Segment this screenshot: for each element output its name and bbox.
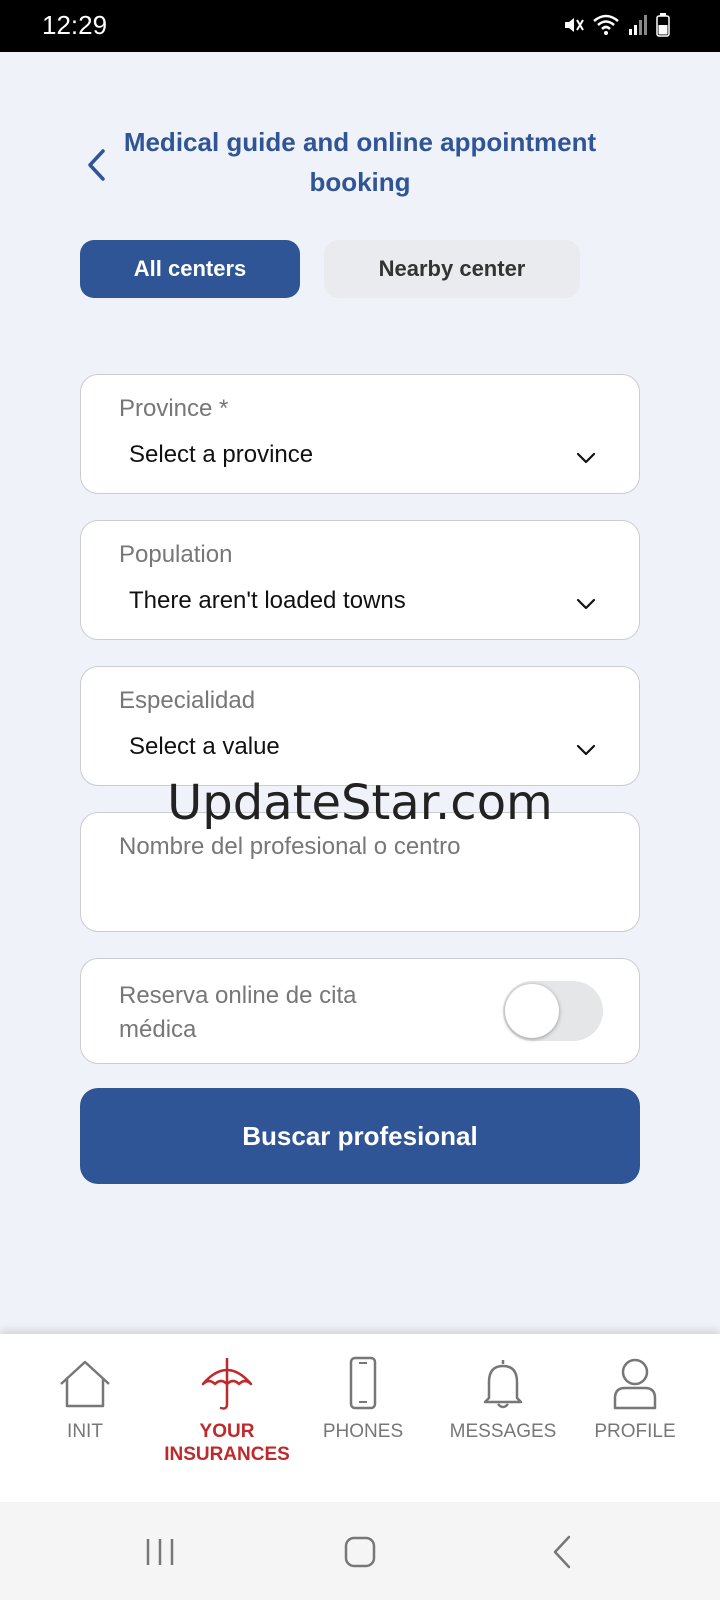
bottom-nav: INIT YOUR INSURANCES PHONES MESSAGES PROF…	[0, 1334, 720, 1502]
wifi-icon	[593, 14, 619, 35]
home-square-icon	[344, 1536, 376, 1568]
population-select[interactable]: Population There aren't loaded towns	[80, 520, 640, 640]
system-nav-bar	[0, 1502, 720, 1600]
nav-item-phones[interactable]: PHONES	[293, 1356, 433, 1443]
online-booking-row: Reserva online de cita médica	[80, 958, 640, 1064]
professional-name-placeholder: Nombre del profesional o centro	[119, 833, 461, 860]
tab-nearby-center[interactable]: Nearby center	[324, 240, 580, 298]
chevron-down-icon	[576, 744, 596, 756]
population-label: Population	[119, 541, 233, 568]
recents-button[interactable]	[130, 1530, 190, 1574]
nav-label-messages: MESSAGES	[449, 1421, 557, 1442]
nav-label-init: INIT	[67, 1421, 103, 1442]
specialty-label: Especialidad	[119, 687, 256, 714]
province-select[interactable]: Province * Select a province	[80, 374, 640, 494]
mute-icon	[565, 18, 584, 32]
specialty-select[interactable]: Especialidad Select a value	[80, 666, 640, 786]
page-header: Medical guide and online appointment boo…	[0, 110, 720, 210]
tab-all-centers[interactable]: All centers	[80, 240, 300, 298]
status-bar: 12:29	[0, 0, 720, 52]
nav-label-profile: PROFILE	[594, 1421, 676, 1442]
battery-icon	[656, 13, 670, 37]
phone-icon	[349, 1356, 377, 1410]
signal-icon	[629, 15, 647, 35]
page-title: Medical guide and online appointment boo…	[123, 127, 597, 197]
nav-item-messages[interactable]: MESSAGES	[433, 1356, 573, 1443]
nav-item-profile[interactable]: PROFILE	[565, 1356, 705, 1443]
status-time: 12:29	[42, 10, 108, 40]
nav-item-your-insurances[interactable]: YOUR INSURANCES	[157, 1356, 297, 1466]
back-arrow-icon	[553, 1535, 571, 1569]
system-back-button[interactable]	[532, 1530, 592, 1574]
watermark: UpdateStar.com	[167, 775, 553, 831]
nav-label-your-insurances: YOUR INSURANCES	[164, 1421, 290, 1465]
bell-icon	[483, 1360, 523, 1409]
chevron-down-icon	[576, 452, 596, 464]
nav-item-init[interactable]: INIT	[15, 1356, 155, 1443]
home-icon	[60, 1360, 110, 1408]
population-value: There aren't loaded towns	[129, 587, 406, 614]
specialty-value: Select a value	[129, 733, 280, 760]
home-button[interactable]	[330, 1530, 390, 1574]
recents-icon	[146, 1539, 174, 1565]
province-label: Province *	[119, 395, 229, 422]
center-tabs: All centers Nearby center	[80, 240, 580, 298]
toggle-knob	[505, 984, 559, 1038]
chevron-left-icon	[88, 149, 105, 181]
online-booking-toggle[interactable]	[503, 981, 603, 1041]
nav-label-phones: PHONES	[322, 1421, 404, 1442]
online-booking-label: Reserva online de cita médica	[119, 982, 357, 1043]
chevron-down-icon	[576, 598, 596, 610]
umbrella-icon	[201, 1358, 253, 1410]
status-icons	[562, 13, 670, 37]
user-icon	[613, 1358, 657, 1410]
search-professional-button[interactable]: Buscar profesional	[80, 1088, 640, 1184]
province-value: Select a province	[129, 441, 314, 468]
